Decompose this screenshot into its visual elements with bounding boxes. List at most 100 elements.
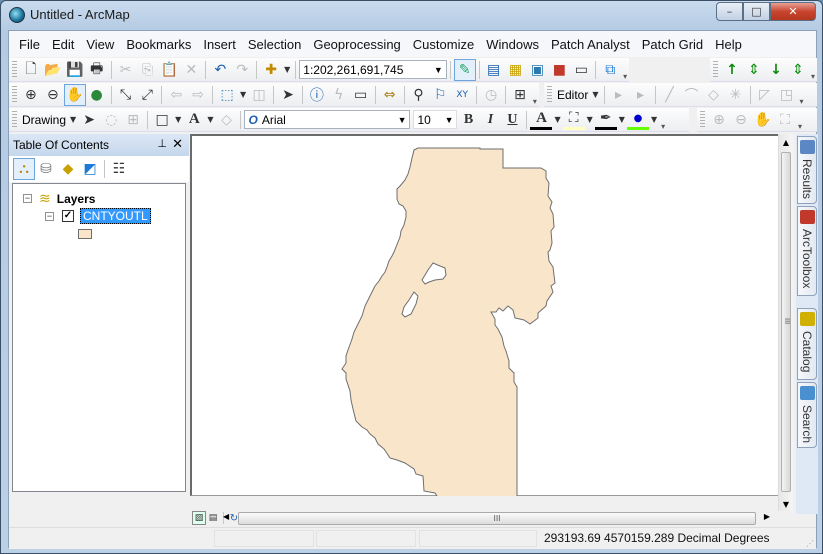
marker-color-dropdown-icon[interactable]: ▼ xyxy=(651,115,657,124)
python-window-icon[interactable]: ▭ xyxy=(570,59,592,81)
list-by-drawing-order-icon[interactable]: ⛬ xyxy=(13,158,35,180)
layout-pan-icon[interactable]: ✋ xyxy=(752,109,774,131)
options-icon[interactable]: ☷ xyxy=(108,158,130,180)
bold-button[interactable]: B xyxy=(457,109,479,131)
move-up-down-icon[interactable]: ⇕ xyxy=(743,59,765,81)
clear-selection-icon[interactable]: ◫ xyxy=(248,84,270,106)
data-view-icon[interactable]: ▨ xyxy=(192,511,206,525)
arctoolbox-tab[interactable]: ArcToolbox xyxy=(797,206,817,296)
font-color-icon[interactable]: A xyxy=(530,110,553,130)
straight-segment-icon[interactable]: ╱ xyxy=(659,84,681,106)
drawing-menu[interactable]: Drawing xyxy=(20,113,68,127)
menu-view[interactable]: View xyxy=(80,37,120,52)
fill-color-icon[interactable]: ⛶ xyxy=(562,110,585,130)
catalog-tab[interactable]: Catalog xyxy=(797,308,817,380)
forward-extent-icon[interactable]: ⇨ xyxy=(187,84,209,106)
paste-icon[interactable]: 📋 xyxy=(159,59,181,81)
map-canvas[interactable] xyxy=(192,136,778,502)
search-tab[interactable]: Search xyxy=(797,382,817,448)
pan-hand-icon[interactable]: ✋ xyxy=(63,83,86,106)
rectangle-icon[interactable]: □ xyxy=(151,109,173,131)
toolbar-options-icon[interactable]: ▾ xyxy=(796,109,804,131)
identify-icon[interactable]: ⓘ xyxy=(306,84,328,106)
toolbar-options-icon[interactable]: ▾ xyxy=(659,109,667,131)
vertical-scroll-thumb[interactable]: III xyxy=(781,152,791,492)
layer-symbol[interactable] xyxy=(78,229,92,239)
find-route-icon[interactable]: ⚐ xyxy=(429,84,451,106)
map-scale-combo[interactable]: 1:202,261,691,745 ▼ xyxy=(299,60,447,79)
zoom-in-icon[interactable]: ⊕ xyxy=(20,84,42,106)
end-point-arc-icon[interactable]: ⌒ xyxy=(681,84,703,106)
hyperlink-icon[interactable]: ϟ xyxy=(328,84,350,106)
pin-icon[interactable]: ⊥ xyxy=(157,137,167,150)
time-slider-icon[interactable]: ◷ xyxy=(480,84,502,106)
font-color-dropdown-icon[interactable]: ▼ xyxy=(554,115,560,124)
select-elements-icon[interactable]: ➤ xyxy=(78,109,100,131)
font-combo[interactable]: O Arial ▼ xyxy=(244,110,411,129)
rectangle-dropdown-icon[interactable]: ▼ xyxy=(175,115,181,124)
text-icon[interactable]: A xyxy=(183,109,205,131)
menu-customize[interactable]: Customize xyxy=(407,37,480,52)
print-icon[interactable]: 🖶 xyxy=(86,59,108,81)
county-polygon[interactable] xyxy=(341,147,556,502)
tree-row-layers[interactable]: − ≋ Layers xyxy=(23,190,95,207)
line-color-dropdown-icon[interactable]: ▼ xyxy=(619,115,625,124)
delete-icon[interactable]: ✕ xyxy=(180,59,202,81)
collapse-icon[interactable]: − xyxy=(23,194,32,203)
layout-view-icon[interactable]: ▤ xyxy=(206,511,220,525)
move-up-icon[interactable]: ↑ xyxy=(721,59,743,81)
marker-color-icon[interactable]: ● xyxy=(626,110,649,130)
edit-vertices-icon[interactable]: ◸ xyxy=(754,84,776,106)
edit-tool-icon[interactable]: ▸ xyxy=(608,84,630,106)
horizontal-scroll-thumb[interactable]: III xyxy=(238,512,756,525)
toc-close-icon[interactable]: ✕ xyxy=(172,136,183,152)
html-popup-icon[interactable]: ▭ xyxy=(350,84,372,106)
menu-file[interactable]: File xyxy=(13,37,46,52)
symbol-swatch[interactable] xyxy=(78,229,92,239)
save-icon[interactable]: 💾 xyxy=(64,59,86,81)
search-window-icon[interactable]: ▣ xyxy=(527,59,549,81)
scroll-right-icon[interactable]: ▶ xyxy=(764,512,770,521)
editor-dropdown-icon[interactable]: ▼ xyxy=(592,90,598,99)
magnifier-window-icon[interactable]: ⊞ xyxy=(509,84,531,106)
resize-grip-icon[interactable]: ⋰ xyxy=(806,539,814,548)
full-extent-globe-icon[interactable]: ● xyxy=(86,84,108,106)
select-features-icon[interactable]: ⬚ xyxy=(216,84,238,106)
editor-menu[interactable]: Editor xyxy=(555,88,590,102)
catalog-window-icon[interactable]: ▦ xyxy=(505,59,527,81)
zoom-to-selected-icon[interactable]: ⊞ xyxy=(122,109,144,131)
measure-icon[interactable]: ⇔ xyxy=(379,84,401,106)
toolbar-options-icon[interactable]: ▾ xyxy=(621,59,629,81)
chevron-down-icon[interactable]: ▼ xyxy=(445,115,454,125)
italic-button[interactable]: I xyxy=(479,109,501,131)
close-button[interactable]: ✕ xyxy=(770,2,816,21)
rotate-icon[interactable]: ◌ xyxy=(100,109,122,131)
open-folder-icon[interactable]: 📂 xyxy=(42,59,64,81)
font-size-combo[interactable]: 10 ▼ xyxy=(413,110,458,129)
menu-windows[interactable]: Windows xyxy=(480,37,545,52)
add-data-dropdown-icon[interactable]: ▼ xyxy=(284,65,290,74)
line-color-icon[interactable]: ✒ xyxy=(594,110,617,130)
menu-help[interactable]: Help xyxy=(709,37,748,52)
editor-toolbar-icon[interactable]: ✎ xyxy=(453,58,476,81)
maximize-button[interactable]: □ xyxy=(743,2,770,21)
toolbar-options-icon[interactable]: ▾ xyxy=(531,84,539,106)
map-vertical-scrollbar[interactable]: ▲ III ▼ xyxy=(778,134,793,511)
find-binoculars-icon[interactable]: ⚲ xyxy=(408,84,430,106)
scroll-left-icon[interactable]: ◀ xyxy=(223,512,229,521)
go-to-xy-icon[interactable]: XY xyxy=(451,84,473,106)
collapse-icon[interactable]: − xyxy=(45,211,54,221)
move-both-icon[interactable]: ⇕ xyxy=(787,59,809,81)
toolbar-options-icon[interactable]: ▾ xyxy=(798,84,806,106)
menu-patch-analyst[interactable]: Patch Analyst xyxy=(545,37,636,52)
back-extent-icon[interactable]: ⇦ xyxy=(165,84,187,106)
list-by-visibility-icon[interactable]: ◆ xyxy=(57,158,79,180)
layer-name-label[interactable]: CNTYOUTL xyxy=(80,208,151,224)
undo-icon[interactable]: ↶ xyxy=(209,59,231,81)
copy-icon[interactable]: ⎘ xyxy=(137,59,159,81)
map-view[interactable] xyxy=(190,134,778,502)
minimize-button[interactable]: – xyxy=(716,2,743,21)
chevron-down-icon[interactable]: ▼ xyxy=(398,115,407,125)
select-elements-arrow-icon[interactable]: ➤ xyxy=(277,84,299,106)
modelbuilder-icon[interactable]: ⧉ xyxy=(599,59,621,81)
